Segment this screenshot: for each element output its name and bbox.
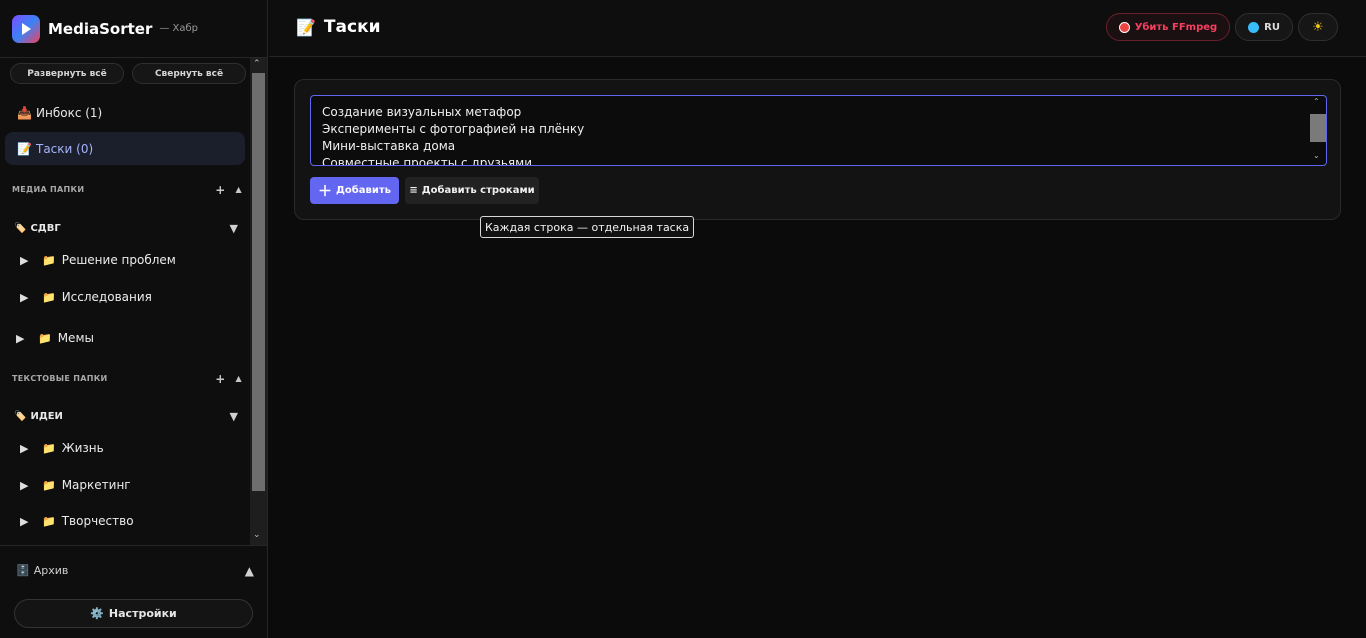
- scroll-down-icon[interactable]: ⌄: [253, 530, 261, 540]
- sidebar-scrollbar[interactable]: ⌃ ⌄: [250, 58, 267, 545]
- textarea-line: Эксперименты с фотографией на плёнку: [322, 122, 585, 136]
- inbox-icon: 📥: [17, 105, 32, 120]
- folder-label: Маркетинг: [61, 478, 131, 492]
- sidebar-footer: 🗄️ Архив ▲ ⚙️ Настройки: [0, 545, 268, 638]
- textarea-line: Мини-выставка дома: [322, 139, 456, 153]
- group-sdvg-label: СДВГ: [30, 223, 61, 234]
- folder-icon: 📁: [42, 290, 56, 304]
- collapse-text-section-icon[interactable]: ▲: [236, 372, 242, 386]
- text-folders-header: текстовые папки + ▲: [12, 372, 242, 386]
- scrollbar-thumb[interactable]: [1310, 114, 1326, 142]
- media-folders-header: медиа папки + ▲: [12, 183, 242, 197]
- collapse-media-section-icon[interactable]: ▲: [236, 183, 242, 197]
- memo-icon: 📝: [296, 17, 316, 37]
- scroll-up-icon[interactable]: ⌃: [253, 59, 261, 69]
- add-task-button[interactable]: ＋ Добавить: [310, 177, 399, 204]
- language-label: RU: [1264, 21, 1280, 33]
- gear-icon: ⚙️: [90, 607, 104, 620]
- textarea-line: Совместные проекты с друзьями: [322, 156, 532, 166]
- collapse-all-button[interactable]: Свернуть всё: [132, 63, 246, 84]
- nav-tasks[interactable]: 📝 Таски (0): [5, 132, 245, 165]
- tag-icon: 🏷️: [14, 223, 27, 234]
- sun-icon: ☀: [1312, 19, 1324, 35]
- media-folders-title: медиа папки: [12, 185, 85, 194]
- expand-arrow-icon[interactable]: ▶: [20, 291, 42, 304]
- folder-label: Мемы: [57, 331, 94, 345]
- folder-icon: 📁: [42, 478, 56, 492]
- app-logo: [12, 14, 40, 43]
- expand-arrow-icon[interactable]: ▶: [20, 479, 42, 492]
- theme-toggle-button[interactable]: ☀: [1298, 13, 1338, 41]
- scroll-down-icon[interactable]: ⌄: [1313, 151, 1320, 160]
- folder-label: Исследования: [61, 290, 152, 304]
- group-ideas-label: ИДЕИ: [30, 411, 63, 422]
- list-icon: ≡: [409, 185, 418, 196]
- add-text-folder-icon[interactable]: +: [215, 372, 225, 386]
- folder-research[interactable]: ▶ 📁 Исследования: [20, 290, 152, 304]
- folder-problem-solving[interactable]: ▶ 📁 Решение проблем: [20, 253, 176, 267]
- chevron-up-icon[interactable]: ▲: [245, 564, 254, 578]
- folder-icon: 📁: [42, 253, 56, 267]
- chevron-down-icon[interactable]: ▼: [230, 410, 238, 423]
- cabinet-icon: 🗄️: [16, 564, 30, 577]
- scrollbar-thumb[interactable]: [252, 73, 265, 491]
- page-title: 📝 Таски: [296, 17, 381, 37]
- plus-icon: ＋: [318, 183, 333, 200]
- group-ideas[interactable]: 🏷️ ИДЕИ ▼: [14, 410, 240, 423]
- nav-inbox-label: Инбокс (1): [36, 105, 103, 120]
- expand-arrow-icon[interactable]: ▶: [16, 332, 38, 345]
- language-button[interactable]: RU: [1235, 13, 1293, 41]
- folder-icon: 📁: [42, 514, 56, 528]
- text-folders-title: текстовые папки: [12, 374, 108, 383]
- brand-header: MediaSorter — Хабр: [0, 0, 268, 58]
- add-by-lines-tooltip: Каждая строка — отдельная таска: [480, 216, 695, 238]
- folder-icon: 📁: [42, 441, 56, 455]
- expand-arrow-icon[interactable]: ▶: [20, 442, 42, 455]
- textarea-line: Создание визуальных метафор: [322, 105, 522, 119]
- kill-ffmpeg-button[interactable]: Убить FFmpeg: [1105, 13, 1231, 41]
- add-by-lines-button[interactable]: ≡ Добавить строками: [405, 177, 539, 204]
- add-task-label: Добавить: [336, 185, 391, 196]
- globe-icon: [1248, 21, 1260, 33]
- tag-icon: 🏷️: [14, 411, 27, 422]
- folder-icon: 📁: [38, 331, 52, 345]
- scroll-up-icon[interactable]: ⌃: [1313, 97, 1320, 106]
- topbar: 📝 Таски Убить FFmpeg RU ☀: [269, 0, 1366, 57]
- archive-section[interactable]: 🗄️ Архив ▲: [16, 564, 254, 578]
- expand-arrow-icon[interactable]: ▶: [20, 515, 42, 528]
- page-title-text: Таски: [323, 17, 381, 37]
- folder-life[interactable]: ▶ 📁 Жизнь: [20, 441, 104, 455]
- folder-label: Жизнь: [61, 441, 104, 455]
- nav-tasks-label: Таски (0): [36, 141, 94, 156]
- stop-icon: [1118, 21, 1130, 33]
- expand-all-button[interactable]: Развернуть всё: [10, 63, 124, 84]
- task-textarea[interactable]: Создание визуальных метафор Эксперименты…: [310, 95, 1327, 166]
- add-media-folder-icon[interactable]: +: [215, 183, 225, 197]
- nav-inbox[interactable]: 📥 Инбокс (1): [5, 96, 245, 129]
- sidebar-tree: Развернуть всё Свернуть всё 📥 Инбокс (1)…: [0, 58, 268, 545]
- folder-memes[interactable]: ▶ 📁 Мемы: [16, 331, 94, 345]
- memo-icon: 📝: [17, 141, 32, 156]
- app-subtitle: — Хабр: [159, 23, 199, 34]
- expand-arrow-icon[interactable]: ▶: [20, 254, 42, 267]
- kill-ffmpeg-label: Убить FFmpeg: [1134, 21, 1218, 33]
- folder-marketing[interactable]: ▶ 📁 Маркетинг: [20, 478, 131, 492]
- settings-button[interactable]: ⚙️ Настройки: [14, 599, 253, 628]
- app-name: MediaSorter: [48, 19, 153, 38]
- sidebar: MediaSorter — Хабр Развернуть всё Сверну…: [0, 0, 268, 638]
- archive-label: Архив: [33, 564, 69, 577]
- task-input-card: Создание визуальных метафор Эксперименты…: [294, 79, 1341, 220]
- textarea-scrollbar[interactable]: ⌃ ⌄: [1309, 96, 1326, 165]
- group-sdvg[interactable]: 🏷️ СДВГ ▼: [14, 222, 240, 235]
- add-by-lines-label: Добавить строками: [421, 185, 535, 196]
- folder-label: Творчество: [61, 514, 134, 528]
- folder-creativity[interactable]: ▶ 📁 Творчество: [20, 514, 134, 528]
- folder-label: Решение проблем: [61, 253, 176, 267]
- settings-label: Настройки: [108, 607, 177, 620]
- chevron-down-icon[interactable]: ▼: [230, 222, 238, 235]
